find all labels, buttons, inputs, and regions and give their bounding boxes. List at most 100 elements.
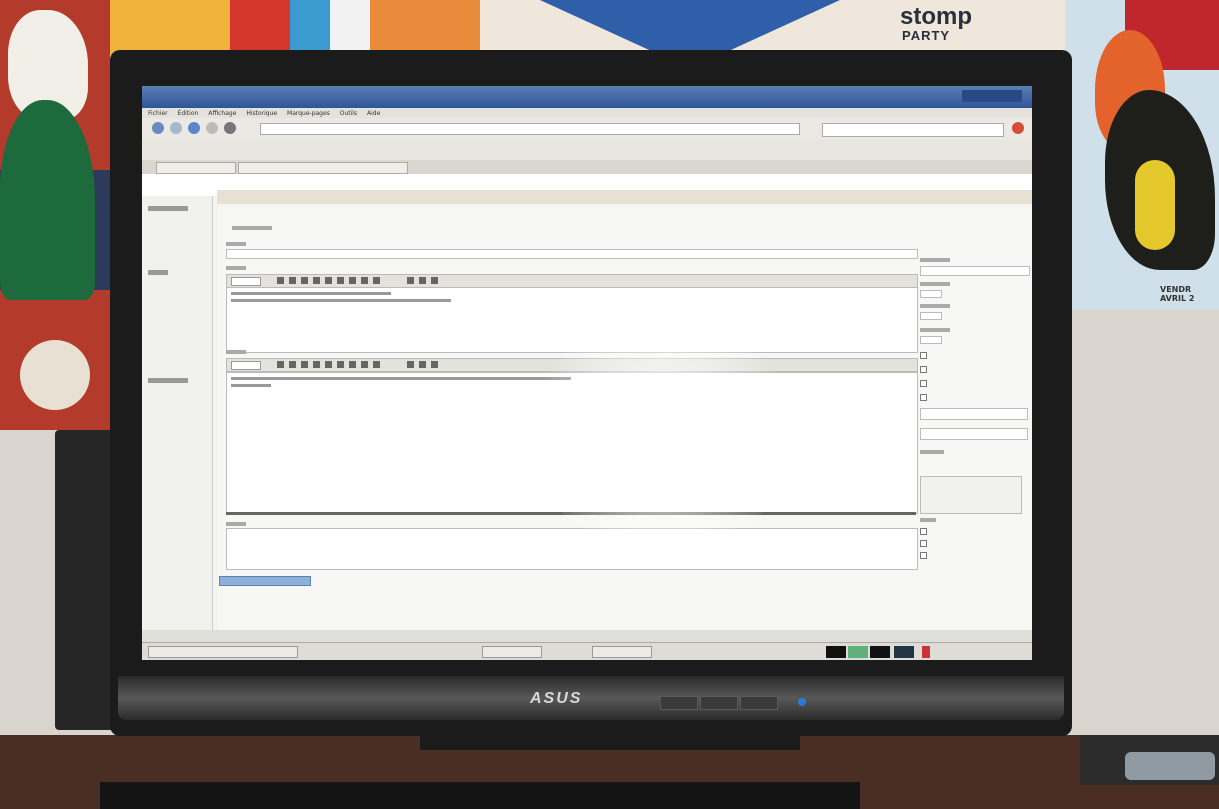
link-icon[interactable] xyxy=(349,361,356,368)
unlink-icon[interactable] xyxy=(361,277,368,284)
taskbar-app-button[interactable] xyxy=(592,646,652,658)
poster-stripe xyxy=(370,0,480,55)
power-led-icon[interactable] xyxy=(798,698,806,706)
editor-text-line xyxy=(231,384,271,387)
option-checkbox[interactable] xyxy=(920,352,927,359)
numbered-list-icon[interactable] xyxy=(337,361,344,368)
right-poster xyxy=(1065,0,1219,310)
poster-shape xyxy=(1135,160,1175,250)
underline-icon[interactable] xyxy=(301,361,308,368)
option-label xyxy=(920,450,944,454)
tab[interactable] xyxy=(238,162,408,174)
reload-icon[interactable] xyxy=(188,122,200,134)
poster-triangle xyxy=(540,0,840,55)
option-checkbox[interactable] xyxy=(920,540,927,547)
link-icon[interactable] xyxy=(349,277,356,284)
sidebar-heading xyxy=(148,378,188,383)
redo-icon[interactable] xyxy=(419,361,426,368)
search-input[interactable] xyxy=(822,123,1004,137)
keyboard xyxy=(100,782,860,809)
menu-item[interactable]: Fichier xyxy=(148,110,168,117)
format-select[interactable] xyxy=(231,277,261,286)
tags-box[interactable] xyxy=(920,476,1022,514)
option-select[interactable] xyxy=(920,336,942,344)
notes-label xyxy=(226,522,246,526)
option-select[interactable] xyxy=(920,312,942,320)
notes-input[interactable] xyxy=(226,528,918,570)
undo-icon[interactable] xyxy=(407,361,414,368)
window-titlebar xyxy=(142,86,1032,108)
option-label xyxy=(920,282,950,286)
underline-icon[interactable] xyxy=(301,277,308,284)
sub-link[interactable] xyxy=(232,226,272,230)
menu-item[interactable]: Affichage xyxy=(208,110,236,117)
option-checkbox[interactable] xyxy=(920,552,927,559)
menu-item[interactable]: Édition xyxy=(178,110,199,117)
option-select[interactable] xyxy=(920,290,942,298)
option-checkbox[interactable] xyxy=(920,380,927,387)
unlink-icon[interactable] xyxy=(361,361,368,368)
menu-item[interactable]: Aide xyxy=(367,110,380,117)
monitor-button[interactable] xyxy=(660,696,698,710)
back-icon[interactable] xyxy=(152,122,164,134)
stop-icon[interactable] xyxy=(206,122,218,134)
option-input[interactable] xyxy=(920,408,1028,420)
navigation-toolbar xyxy=(142,118,1032,140)
tray-block xyxy=(848,646,868,658)
cms-admin-bar xyxy=(217,190,1032,204)
poster-side-text: VENDR AVRIL 2 xyxy=(1160,285,1194,303)
home-icon[interactable] xyxy=(224,122,236,134)
save-buttons[interactable] xyxy=(219,576,311,586)
strike-icon[interactable] xyxy=(313,361,320,368)
image-icon[interactable] xyxy=(373,361,380,368)
screen-glare xyxy=(522,326,802,546)
redo-icon[interactable] xyxy=(419,277,426,284)
tray-block xyxy=(894,646,914,658)
menu-item[interactable]: Marque-pages xyxy=(287,110,330,117)
window-controls[interactable] xyxy=(962,90,1022,102)
tray-icon[interactable] xyxy=(922,646,930,658)
format-select[interactable] xyxy=(231,361,261,370)
poster-stripe xyxy=(290,0,330,55)
editor-text-line xyxy=(231,299,451,302)
list-icon[interactable] xyxy=(325,361,332,368)
desk-device xyxy=(1125,752,1215,780)
bold-icon[interactable] xyxy=(277,361,284,368)
forward-icon[interactable] xyxy=(170,122,182,134)
clock xyxy=(942,646,992,658)
option-checkbox[interactable] xyxy=(920,366,927,373)
option-checkbox[interactable] xyxy=(920,394,927,401)
strike-icon[interactable] xyxy=(313,277,320,284)
monitor-button[interactable] xyxy=(740,696,778,710)
italic-icon[interactable] xyxy=(289,361,296,368)
poster-stripe xyxy=(330,0,370,55)
taskbar-app-button[interactable] xyxy=(482,646,542,658)
addon-icon[interactable] xyxy=(1012,122,1024,134)
image-icon[interactable] xyxy=(373,277,380,284)
list-icon[interactable] xyxy=(325,277,332,284)
monitor-button[interactable] xyxy=(700,696,738,710)
editor-text-line xyxy=(231,377,571,380)
intro-editor[interactable] xyxy=(226,287,918,353)
menu-item[interactable]: Outils xyxy=(340,110,357,117)
source-icon[interactable] xyxy=(431,277,438,284)
bold-icon[interactable] xyxy=(277,277,284,284)
undo-icon[interactable] xyxy=(407,277,414,284)
menu-item[interactable]: Historique xyxy=(246,110,277,117)
option-checkbox[interactable] xyxy=(920,528,927,535)
editor-text-line xyxy=(231,292,391,295)
sidebar-heading xyxy=(148,206,188,211)
source-icon[interactable] xyxy=(431,361,438,368)
url-input[interactable] xyxy=(260,123,800,135)
tab[interactable] xyxy=(156,162,236,174)
title-input[interactable] xyxy=(226,249,918,259)
browser-menubar: Fichier Édition Affichage Historique Mar… xyxy=(142,108,1032,118)
category-select[interactable] xyxy=(920,266,1030,276)
italic-icon[interactable] xyxy=(289,277,296,284)
tab-bar xyxy=(142,160,1032,174)
taskbar-app-button[interactable] xyxy=(148,646,298,658)
monitor-bezel xyxy=(118,676,1064,720)
taskbar xyxy=(142,642,1032,660)
numbered-list-icon[interactable] xyxy=(337,277,344,284)
option-input[interactable] xyxy=(920,428,1028,440)
